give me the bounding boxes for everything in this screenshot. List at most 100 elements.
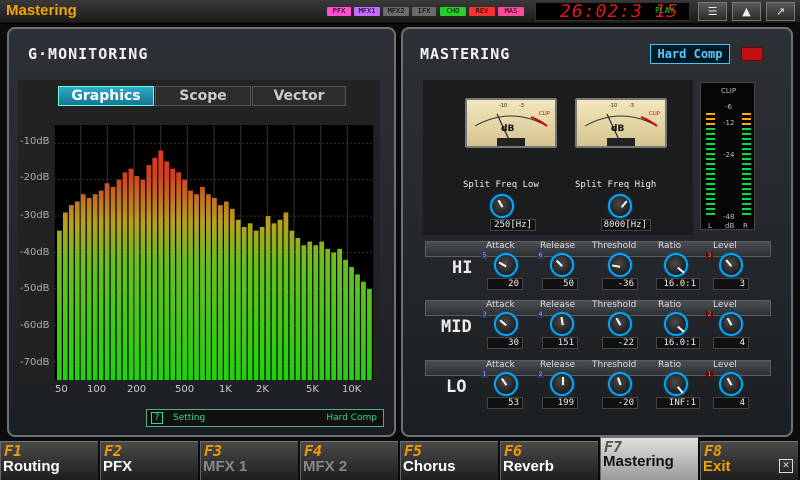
up-button[interactable]: ▲ <box>732 2 761 21</box>
spectrum-bar <box>361 281 366 380</box>
hi-level-knob[interactable] <box>719 253 743 277</box>
split-low-value: 250[Hz] <box>490 219 536 231</box>
spectrum-bar <box>57 230 62 380</box>
spectrum-bar <box>343 259 348 380</box>
spectrum-bar <box>122 172 128 380</box>
mid-threshold-value: -22 <box>602 337 638 349</box>
spectrum-bar <box>331 252 337 380</box>
mid-ratio-knob[interactable] <box>664 312 688 336</box>
hi-threshold-knob[interactable] <box>608 253 632 277</box>
mid-threshold-knob[interactable] <box>608 312 632 336</box>
fkey-label: Mastering <box>603 453 674 470</box>
meter-scale: -6 <box>725 103 732 111</box>
param-label: Ratio <box>658 360 682 370</box>
fkey-pfx[interactable]: F2 PFX <box>100 441 198 480</box>
tab-scope[interactable]: Scope <box>155 86 251 106</box>
hi-release-knob[interactable] <box>550 253 574 277</box>
up-arrow-icon: ▲ <box>742 5 751 18</box>
lo-attack-value: 53 <box>487 397 523 409</box>
spectrum-bar <box>164 161 170 380</box>
split-high-value: 8000[Hz] <box>601 219 651 231</box>
hi-threshold-value: -36 <box>602 278 638 290</box>
mid-level-knob[interactable] <box>719 312 743 336</box>
spectrum-bar <box>92 194 98 380</box>
export-button[interactable]: ↗ <box>766 2 795 21</box>
spectrum-bar <box>217 205 223 380</box>
spectrum-bar <box>283 212 289 380</box>
spectrum-bar <box>253 230 259 380</box>
spectrum-bar <box>271 223 277 380</box>
spectrum-bar <box>68 205 74 380</box>
vu-needle-right <box>584 113 658 146</box>
fx-indicator-cho: CHO <box>440 7 466 16</box>
fx-indicator-ifx: IFX <box>412 7 436 16</box>
y-tick-label: -60dB <box>20 320 50 331</box>
mastering-switch[interactable] <box>741 47 763 61</box>
split-low-knob[interactable] <box>490 194 514 218</box>
mid-attack-knob[interactable] <box>494 312 518 336</box>
setting-label: Setting <box>173 413 206 423</box>
spectrum-bar <box>295 237 301 380</box>
spectrum-bar <box>98 190 104 380</box>
spectrum-bar <box>337 248 342 380</box>
vu-scale: -3 <box>629 103 634 109</box>
meter-peak-right <box>742 113 751 127</box>
fkey-label: Routing <box>3 458 60 475</box>
split-high-label: Split Freq High <box>575 180 657 190</box>
band-label-lo: LO <box>446 377 467 397</box>
fkey-mfx2[interactable]: F4 MFX 2 <box>300 441 398 480</box>
hi-attack-knob[interactable] <box>494 253 518 277</box>
lo-ratio-knob[interactable] <box>664 372 688 396</box>
spectrum-bar <box>200 186 205 380</box>
meter-scale: -12 <box>723 119 735 127</box>
spectrum-bar <box>325 248 331 380</box>
mid-release-value: 151 <box>542 337 578 349</box>
spectrum-bar <box>134 176 140 380</box>
list-button[interactable]: ☰ <box>698 2 727 21</box>
spectrum-bar <box>194 194 199 380</box>
spectrum-bar <box>241 227 247 380</box>
param-label: Release <box>540 360 576 370</box>
lo-level-value: 4 <box>713 397 749 409</box>
tab-graphics[interactable]: Graphics <box>58 86 154 106</box>
band-label-mid: MID <box>441 317 472 337</box>
spectrum-bar <box>110 186 116 380</box>
spectrum-bar <box>182 179 187 380</box>
param-label: Level <box>713 360 737 370</box>
lo-attack-knob[interactable] <box>494 372 518 396</box>
spectrum-bar <box>116 179 122 380</box>
fx-indicator-rev: REV <box>469 7 495 16</box>
setting-button[interactable]: ? Setting Hard Comp <box>146 409 384 427</box>
vu-clip: CLIP <box>649 111 660 117</box>
tab-vector[interactable]: Vector <box>252 86 346 106</box>
lo-threshold-knob[interactable] <box>608 372 632 396</box>
mid-attack-value: 30 <box>487 337 523 349</box>
fkey-reverb[interactable]: F6 Reverb <box>500 441 598 480</box>
spectrum-bar <box>170 168 176 380</box>
lo-level-knob[interactable] <box>719 372 743 396</box>
vu-meter-left: dB CLIP -10 -3 <box>465 98 557 148</box>
fkey-exit[interactable]: F8 Exit ✕ <box>700 441 798 480</box>
param-label: Attack <box>486 360 515 370</box>
vu-clip: CLIP <box>539 111 550 117</box>
param-label: Threshold <box>592 300 637 310</box>
vu-unit: dB <box>501 124 515 134</box>
param-label: Level <box>713 300 737 310</box>
hi-ratio-knob[interactable] <box>664 253 688 277</box>
spectrum-bar <box>277 219 283 380</box>
split-high-knob[interactable] <box>608 194 632 218</box>
fkey-label: Reverb <box>503 458 554 475</box>
fkey-chorus[interactable]: F5 Chorus <box>400 441 498 480</box>
fkey-mastering[interactable]: F7 Mastering <box>600 437 698 480</box>
mid-level-value: 4 <box>713 337 749 349</box>
mastering-title: MASTERING <box>420 45 511 63</box>
vu-meter-right: dB CLIP -10 -3 <box>575 98 667 148</box>
fkey-mfx1[interactable]: F3 MFX 1 <box>200 441 298 480</box>
preset-name: Hard Comp <box>650 44 730 64</box>
mid-release-knob[interactable] <box>550 312 574 336</box>
param-number: 1 <box>706 371 713 378</box>
fkey-label: Chorus <box>403 458 456 475</box>
spectrum-bar <box>62 212 68 380</box>
fkey-routing[interactable]: F1 Routing <box>0 441 98 480</box>
lo-release-knob[interactable] <box>550 372 574 396</box>
